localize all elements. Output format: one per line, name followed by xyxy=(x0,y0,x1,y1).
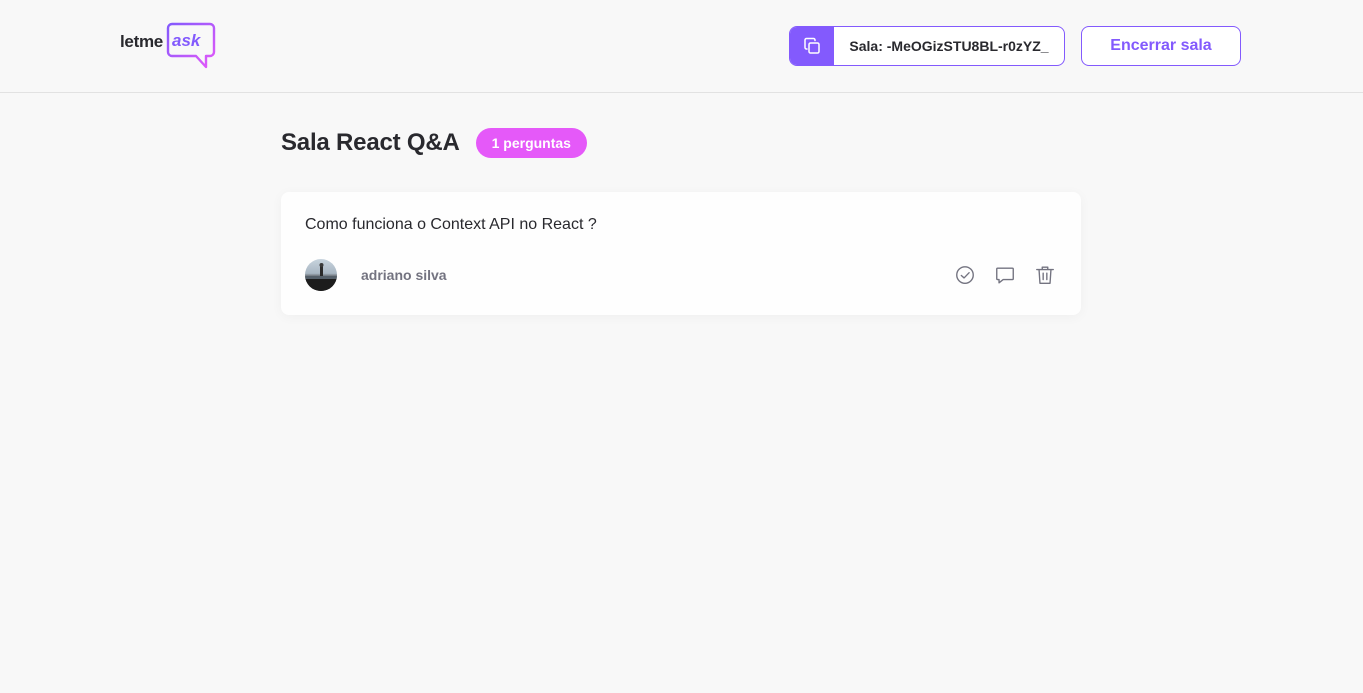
question-actions xyxy=(953,263,1057,287)
question-card: Como funciona o Context API no React ? a… xyxy=(281,192,1081,315)
question-author: adriano silva xyxy=(305,259,447,291)
copy-room-code-button[interactable]: Sala: -MeOGizSTU8BL-r0zYZ_ xyxy=(789,26,1065,66)
room-title: Sala React Q&A xyxy=(281,129,460,156)
room-title-row: Sala React Q&A 1 perguntas xyxy=(281,126,587,160)
end-room-button[interactable]: Encerrar sala xyxy=(1081,26,1241,66)
author-name: adriano silva xyxy=(361,267,447,283)
letmeask-logo[interactable]: letme ask xyxy=(120,22,216,70)
room-code-label: Sala: -MeOGizSTU8BL-r0zYZ_ xyxy=(849,38,1049,54)
check-circle-icon[interactable] xyxy=(953,263,977,287)
chat-bubble-icon[interactable] xyxy=(993,263,1017,287)
avatar xyxy=(305,259,337,291)
trash-icon[interactable] xyxy=(1033,263,1057,287)
logo-text-letme: letme xyxy=(120,32,163,51)
logo-text-ask: ask xyxy=(172,31,201,50)
question-count-badge: 1 perguntas xyxy=(475,128,587,158)
question-content: Como funciona o Context API no React ? xyxy=(305,216,597,233)
copy-icon xyxy=(790,27,834,65)
page-header: letme ask Sala: -MeOGizSTU8BL-r0zYZ_ Enc… xyxy=(0,0,1363,93)
